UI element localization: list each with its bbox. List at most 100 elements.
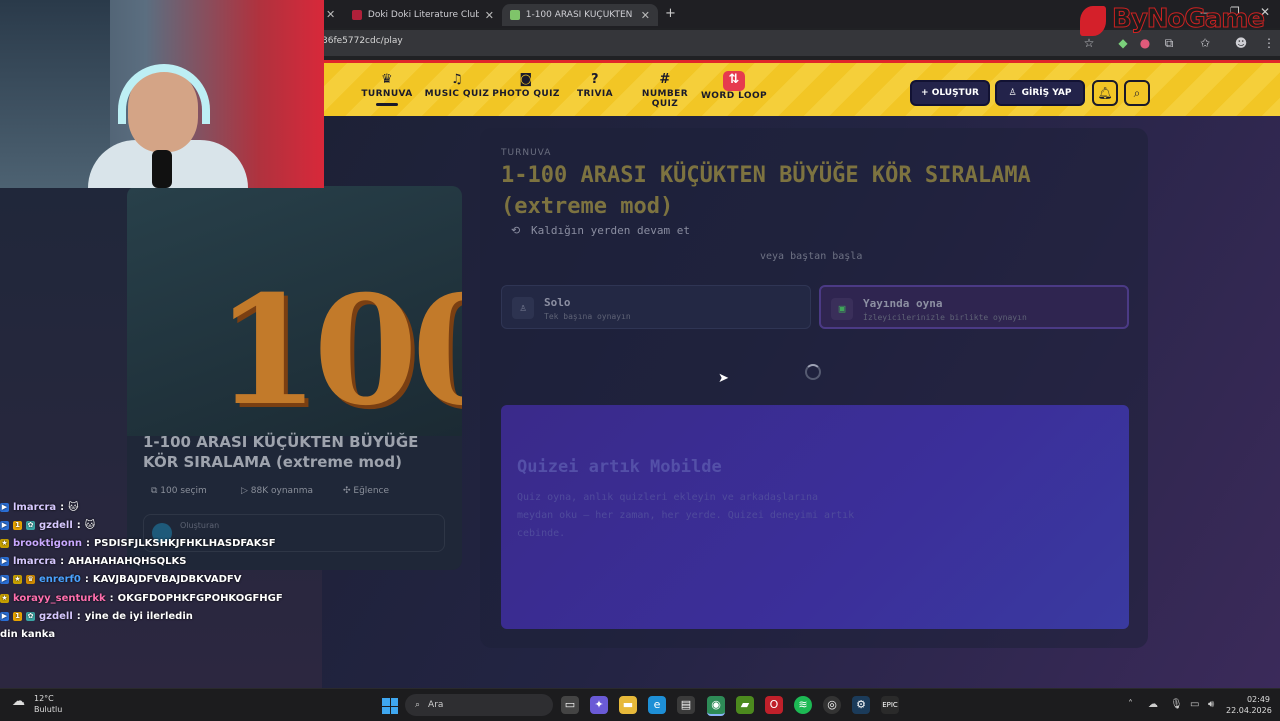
chat-separator: : [109, 592, 114, 604]
file-explorer-icon[interactable]: ▬ [619, 696, 637, 714]
history-icon: ⟲ [511, 224, 521, 237]
nav-turnuva[interactable]: ♛ TURNUVA [352, 71, 422, 106]
chat-message: ▶ 1 ✿ gzdell: 🐱 [0, 516, 330, 534]
volume-icon[interactable]: 🔊︎ [1208, 699, 1214, 710]
nav-label: NUMBER QUIZ [641, 89, 689, 109]
nvidia-icon[interactable]: ▰ [736, 696, 754, 714]
chat-text: yine de iyi ilerledin [84, 610, 193, 622]
task-view-icon[interactable]: ▭ [561, 696, 579, 714]
mode-subtitle: İzleyicilerinizle birlikte oynayın [863, 313, 1027, 322]
bookmark-star-icon[interactable]: ☆ [1082, 36, 1096, 50]
camera-icon: ◙ [519, 72, 533, 87]
meta-selections-text: 100 seçim [160, 486, 207, 496]
solo-mode-button[interactable]: ♙ Solo Tek başına oynayın [501, 285, 811, 329]
onedrive-icon[interactable]: ☁ [1148, 699, 1158, 710]
tab-label: 1-100 ARASI KÜÇÜKTEN BÜYÜĞ [525, 10, 635, 20]
site-header: ♛ TURNUVA ♫ MUSIC QUIZ ◙ PHOTO QUIZ ? TR… [322, 60, 1280, 116]
new-tab-icon[interactable]: + [665, 6, 676, 21]
chat-user: enrerf0 [39, 574, 81, 586]
opera-icon[interactable]: O [765, 696, 783, 714]
create-button[interactable]: + OLUŞTUR [910, 80, 990, 106]
chat-user: lmarcra [13, 501, 57, 513]
windows-start-icon[interactable] [382, 698, 398, 714]
chat-text: KAVJBAJDFVBAJDBKVADFV [92, 574, 242, 586]
webcam-background-light [0, 0, 110, 188]
search-button[interactable]: ⌕ [1124, 80, 1150, 106]
chat-message: ▶ 1 ✿ gzdell: yine de iyi ilerledin [0, 607, 330, 625]
chevron-up-icon[interactable]: ˄ [1128, 699, 1133, 710]
copilot-icon[interactable]: ✦ [590, 696, 608, 714]
extension-icon[interactable]: ◆ [1116, 36, 1130, 50]
network-icon[interactable]: ▭ [1190, 699, 1199, 710]
nav-word-loop[interactable]: ⇅ WORD LOOP [699, 71, 769, 101]
nav-music-quiz[interactable]: ♫ MUSIC QUIZ [422, 71, 492, 99]
chat-text: AHAHAHAHQHSQLKS [68, 556, 187, 568]
steam-icon[interactable]: ⚙ [852, 696, 870, 714]
favorites-icon[interactable]: ✩ [1198, 36, 1212, 50]
badge-icon: ▶ [0, 557, 9, 567]
badge-icon: ▶ [0, 502, 9, 512]
or-start-label: veya baştan başla [760, 251, 863, 262]
mobile-promo-banner[interactable]: Quizei artık Mobilde Quiz oyna, anlık qu… [501, 405, 1129, 629]
badge-icon: ★ [13, 575, 22, 585]
badge-icon: 1 [13, 611, 22, 621]
extension-icon[interactable]: ● [1138, 36, 1152, 50]
badge-icon: ✿ [26, 611, 35, 621]
nav-number-quiz[interactable]: # NUMBER QUIZ [630, 71, 700, 109]
store-icon[interactable]: ▤ [677, 696, 695, 714]
badge-icon: ★ [0, 593, 9, 603]
watermark-logo-icon [1080, 6, 1106, 36]
login-button[interactable]: ♙ GİRİŞ YAP [995, 80, 1085, 106]
profile-avatar-icon[interactable]: ☻ [1234, 36, 1248, 50]
close-icon[interactable]: ✕ [326, 8, 335, 21]
badge-icon: ✿ [26, 520, 35, 530]
trophy-icon: ♛ [380, 72, 394, 87]
edge-icon[interactable]: e [648, 696, 666, 714]
taskbar-search[interactable]: ⌕ Ara [405, 694, 553, 716]
chat-user: gzdell [39, 610, 73, 622]
mode-subtitle: Tek başına oynayın [544, 312, 631, 321]
temperature: 12°C [34, 694, 54, 703]
close-icon[interactable]: ✕ [485, 9, 494, 22]
obs-icon[interactable]: ◎ [823, 696, 841, 714]
resume-label: Kaldığın yerden devam et [531, 224, 690, 237]
sort-icon: ⇅ [723, 71, 745, 91]
nav-label: WORD LOOP [700, 91, 768, 101]
chat-separator: : [76, 610, 81, 622]
stream-mode-button[interactable]: ▣ Yayında oyna İzleyicilerinizle birlikt… [819, 285, 1129, 329]
tab-active-quiz[interactable]: 1-100 ARASI KÜÇÜKTEN BÜYÜĞ ✕ [502, 4, 658, 26]
close-icon[interactable]: ✕ [641, 9, 650, 22]
tab-doki-doki[interactable]: Doki Doki Literature Club Türkç ✕ [344, 4, 502, 26]
weather-widget[interactable]: 12°C Bulutlu [10, 693, 62, 715]
url-field[interactable]: 36fe5772cdc/play [322, 36, 403, 46]
chrome-icon[interactable]: ◉ [707, 696, 725, 716]
stream-platforms-icon: ▣ [831, 298, 853, 320]
chat-separator: : [60, 556, 65, 568]
nav-trivia[interactable]: ? TRIVIA [560, 71, 630, 99]
tag-icon: ✣ [343, 486, 354, 496]
microphone-icon [152, 150, 172, 188]
badge-icon: ▶ [0, 575, 9, 585]
epic-games-icon[interactable]: EPIC [881, 696, 899, 714]
chat-overlay: ▶ lmarcra: 🐱 ▶ 1 ✿ gzdell: 🐱 ★ brooktigo… [0, 498, 330, 644]
badge-icon: ♛ [26, 575, 35, 585]
resume-button[interactable]: ⟲ Kaldığın yerden devam et [501, 224, 1129, 242]
quiz-cover-image: 100 [127, 186, 462, 436]
chat-separator: : [85, 537, 90, 549]
puzzle-icon[interactable]: ⧉ [1162, 36, 1176, 50]
chat-message: ★ korayy_senturkk: OKGFDOPHKFGPOHKOGFHGF [0, 589, 330, 607]
menu-dots-icon[interactable]: ⋮ [1262, 36, 1276, 50]
nav-photo-quiz[interactable]: ◙ PHOTO QUIZ [491, 71, 561, 99]
notifications-button[interactable]: 🔔︎ [1092, 80, 1118, 106]
spotify-icon[interactable]: ≋ [794, 696, 812, 714]
chat-text: 🐱 [68, 501, 79, 513]
weather-text: Bulutlu [34, 705, 63, 714]
user-icon: ♙ [512, 297, 534, 319]
card-title: 1-100 ARASI KÜÇÜKTEN BÜYÜĞE KÖR SIRALAMA… [143, 433, 419, 471]
microphone-icon[interactable]: 🎙︎ [1170, 699, 1183, 710]
active-indicator [376, 103, 398, 106]
badge-icon: 1 [13, 520, 22, 530]
mode-title: Solo [544, 296, 571, 309]
badge-icon: ★ [0, 538, 9, 548]
system-clock[interactable]: 02:49 22.04.2026 [1226, 694, 1272, 716]
